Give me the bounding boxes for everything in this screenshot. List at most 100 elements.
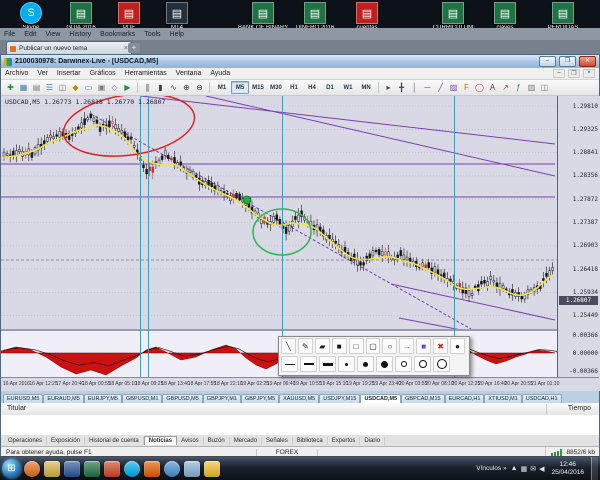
palette-pencil-icon[interactable]: ✎ bbox=[298, 338, 313, 354]
data-window-icon[interactable]: ◫ bbox=[56, 81, 69, 94]
title-bar[interactable]: 2100030978: Darwinex-Live - [USDCAD,M5] … bbox=[1, 55, 599, 68]
news-col-time[interactable]: Tiempo bbox=[568, 405, 591, 412]
toolbox-tab-buz-n[interactable]: Buzón bbox=[204, 437, 230, 445]
palette-color-swatch[interactable]: ■ bbox=[416, 338, 431, 354]
vertical-marker-line[interactable] bbox=[282, 96, 283, 377]
timeframe-button-m1[interactable]: M1 bbox=[213, 81, 231, 94]
candles-icon[interactable]: ▮ bbox=[154, 81, 167, 94]
stroke-thin[interactable] bbox=[281, 356, 298, 372]
timeframe-button-h4[interactable]: H4 bbox=[303, 81, 321, 94]
chart-plot[interactable] bbox=[1, 96, 557, 329]
browser-menu-item[interactable]: Edit bbox=[24, 31, 36, 38]
menu-item[interactable]: Gráficos bbox=[90, 70, 116, 77]
taskbar-excel-icon[interactable] bbox=[84, 461, 100, 477]
indicators-icon[interactable]: ƒ bbox=[512, 81, 525, 94]
vertical-line-icon[interactable]: │ bbox=[408, 81, 421, 94]
timeframe-button-w1[interactable]: W1 bbox=[339, 81, 357, 94]
palette-square-icon[interactable]: □ bbox=[349, 338, 364, 354]
ring-medium[interactable] bbox=[414, 356, 431, 372]
tray-update-icon[interactable]: ▲ bbox=[511, 465, 518, 473]
timeframe-button-h1[interactable]: H1 bbox=[285, 81, 303, 94]
start-button[interactable]: ⊞ bbox=[2, 459, 21, 478]
chart-tab-xtiusd-m1[interactable]: XTIUSD,M1 bbox=[484, 394, 521, 403]
taskbar-clock[interactable]: 12:46 25/04/2016 bbox=[548, 461, 587, 477]
chart-tab-gbpusd-m1[interactable]: GBPUSD,M1 bbox=[122, 394, 162, 403]
bars-icon[interactable]: ∥ bbox=[141, 81, 154, 94]
toolbox-tab-historial-de-cuenta[interactable]: Historial de cuenta bbox=[85, 437, 144, 445]
chart-tab-usdcad-m5[interactable]: USDCAD,M5 bbox=[360, 394, 401, 403]
chart-minimize-icon[interactable]: – bbox=[553, 69, 565, 78]
taskbar-vlc-icon[interactable] bbox=[144, 461, 160, 477]
dot-large[interactable] bbox=[376, 356, 393, 372]
browser-menu-item[interactable]: View bbox=[45, 31, 60, 38]
menu-item[interactable]: Herramientas bbox=[125, 70, 167, 77]
taskbar-skype-icon[interactable] bbox=[124, 461, 140, 477]
trendline-icon[interactable]: ╱ bbox=[434, 81, 447, 94]
ring-small[interactable] bbox=[395, 356, 412, 372]
chart-tab-gbpjpy-m5[interactable]: GBPJPY,M5 bbox=[241, 394, 279, 403]
palette-arrow-icon[interactable]: → bbox=[399, 338, 414, 354]
menu-item[interactable]: Insertar bbox=[57, 70, 81, 77]
palette-ellipse-icon[interactable]: ○ bbox=[382, 338, 397, 354]
show-desktop-button[interactable] bbox=[591, 457, 598, 480]
ring-large[interactable] bbox=[433, 356, 450, 372]
taskbar-firefox-icon[interactable] bbox=[24, 461, 40, 477]
menu-item[interactable]: Ver bbox=[37, 70, 48, 77]
browser-menu-item[interactable]: Bookmarks bbox=[100, 31, 135, 38]
news-col-splitter[interactable] bbox=[546, 404, 547, 414]
market-watch-icon[interactable]: ☰ bbox=[43, 81, 56, 94]
channel-icon[interactable]: ▨ bbox=[447, 81, 460, 94]
chart-tab-gbpcad-m15[interactable]: GBPCAD,M15 bbox=[401, 394, 444, 403]
tray-volume-icon[interactable]: ◀ bbox=[539, 465, 544, 473]
arrow-icon[interactable]: ↗ bbox=[499, 81, 512, 94]
toolbox-tab-biblioteca[interactable]: Biblioteca bbox=[293, 437, 328, 445]
metaeditor-icon[interactable]: ◇ bbox=[108, 81, 121, 94]
dot-medium[interactable] bbox=[357, 356, 374, 372]
navigator-icon[interactable]: ◆ bbox=[69, 81, 82, 94]
palette-brush-icon[interactable]: ▰ bbox=[315, 338, 330, 354]
horizontal-line-icon[interactable]: ─ bbox=[421, 81, 434, 94]
chart-tab-usdjpy-m15[interactable]: USDJPY,M15 bbox=[319, 394, 360, 403]
stroke-thick[interactable] bbox=[319, 356, 336, 372]
taskbar-powerpoint-icon[interactable] bbox=[104, 461, 120, 477]
chart-tab-usdcad-h1[interactable]: USDCAD,H1 bbox=[522, 394, 562, 403]
menu-item[interactable]: Archivo bbox=[5, 70, 28, 77]
vertical-marker-line[interactable] bbox=[148, 96, 149, 377]
tray-network-icon[interactable]: ▦ bbox=[521, 465, 528, 473]
dot-small[interactable] bbox=[338, 356, 355, 372]
taskbar-explorer-icon[interactable] bbox=[44, 461, 60, 477]
palette-delete-icon[interactable]: ✖ bbox=[433, 338, 448, 354]
restore-button[interactable]: ❐ bbox=[559, 56, 576, 67]
chart-close-icon[interactable]: × bbox=[583, 69, 595, 78]
taskbar-chrome-icon[interactable] bbox=[164, 461, 180, 477]
toolbox-tab-expertos[interactable]: Expertos bbox=[328, 437, 361, 445]
chart-tab-eurjpy-m5[interactable]: EURJPY,M5 bbox=[84, 394, 122, 403]
vertical-marker-line[interactable] bbox=[454, 96, 455, 377]
cursor-icon[interactable]: ▸ bbox=[382, 81, 395, 94]
new-order-icon[interactable]: ✚ bbox=[4, 81, 17, 94]
chart-tab-eurusd-m5[interactable]: EURUSD,M5 bbox=[3, 394, 43, 403]
timeframe-button-m15[interactable]: M15 bbox=[249, 81, 267, 94]
toolbox-tab-noticias[interactable]: Noticias bbox=[144, 436, 177, 445]
stroke-medium[interactable] bbox=[300, 356, 317, 372]
taskbar-word-icon[interactable] bbox=[64, 461, 80, 477]
toolbox-tab-exposici-n[interactable]: Exposición bbox=[47, 437, 85, 445]
autotrading-icon[interactable]: ▶ bbox=[121, 81, 134, 94]
taskbar-mt5-icon[interactable] bbox=[204, 461, 220, 477]
tile-windows-icon[interactable]: ◫ bbox=[538, 81, 551, 94]
palette-rounded-rect-icon[interactable]: ▢ bbox=[366, 338, 381, 354]
palette-dot-icon[interactable]: ● bbox=[450, 338, 465, 354]
toolbox-tab-se-ales[interactable]: Señales bbox=[262, 437, 293, 445]
profiles-icon[interactable]: ▤ bbox=[30, 81, 43, 94]
chart-tab-xauusd-m5[interactable]: XAUUSD,M5 bbox=[279, 394, 319, 403]
browser-menu-item[interactable]: History bbox=[69, 31, 91, 38]
strategy-tester-icon[interactable]: ▣ bbox=[95, 81, 108, 94]
new-tab-button[interactable]: + bbox=[128, 43, 140, 53]
timeframe-button-d1[interactable]: D1 bbox=[321, 81, 339, 94]
timeframe-button-m5[interactable]: M5 bbox=[231, 81, 249, 94]
chart-tab-eurcad-h1[interactable]: EURCAD,H1 bbox=[445, 394, 485, 403]
menu-item[interactable]: Ayuda bbox=[210, 70, 230, 77]
browser-menu-item[interactable]: File bbox=[4, 31, 15, 38]
chart-tab-gbpusd-m5[interactable]: GBPUSD,M5 bbox=[162, 394, 202, 403]
palette-filled-square-icon[interactable]: ■ bbox=[332, 338, 347, 354]
